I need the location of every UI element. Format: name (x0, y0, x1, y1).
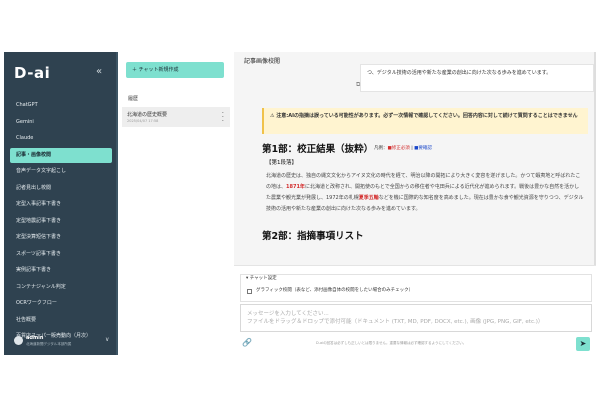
input-area: ▾ チャット設定 グラフィック校閲（表など、添付画像自体の校閲をしたい場合のみチ… (234, 265, 596, 355)
sidebar-item[interactable]: ChatGPT (10, 98, 112, 113)
sidebar-item[interactable]: 実例記事下書き (10, 263, 112, 278)
sidebar-item[interactable]: 記者見出し校閲 (10, 181, 112, 196)
legend-check: ■要確認 (414, 146, 432, 151)
sidebar-nav: ChatGPT Gemini Claude 記事・画像校閲 音声データ文字起こし 記者見出… (10, 98, 112, 346)
sidebar-item[interactable]: Gemini (10, 115, 112, 130)
chat-list-panel: ＋ チャット新規作成 履歴 北海道の歴史概要 2025/04/07 17:58 … (118, 52, 235, 355)
legend-required: ■修正必須 (387, 146, 410, 151)
copy-icon[interactable]: ⧉ (356, 81, 360, 89)
sidebar-item[interactable]: 音声データ文字起こし (10, 164, 112, 179)
send-button[interactable]: ➤ (576, 337, 590, 351)
message-input[interactable]: メッセージを入力してください... ファイルをドラッグ＆ドロップで添付可能（ドキ… (240, 304, 592, 332)
user-affiliation: 北海道新聞デジタル本部所属 (26, 342, 72, 346)
sidebar-item[interactable]: 定型決算短信下書き (10, 230, 112, 245)
avatar (14, 336, 23, 345)
history-item-date: 2025/04/07 17:58 (127, 119, 159, 123)
chat-settings-toggle[interactable]: ▾ チャット設定 (246, 275, 277, 281)
history-item[interactable]: 北海道の歴史概要 2025/04/07 17:58 · · · (122, 107, 230, 127)
chat-settings: ▾ チャット設定 グラフィック校閲（表など、添付画像自体の校閲をしたい場合のみチ… (240, 274, 592, 302)
sidebar-item[interactable]: Claude (10, 131, 112, 146)
graphic-proofread-checkbox[interactable] (247, 289, 252, 294)
new-chat-button[interactable]: ＋ チャット新規作成 (126, 62, 224, 78)
legend-prefix: 凡例： (374, 146, 388, 151)
sidebar-item[interactable]: 社告概要 (10, 313, 112, 328)
user-name: admin (26, 335, 44, 341)
placeholder-line1: メッセージを入力してください... (247, 311, 329, 317)
attach-icon[interactable]: 🔗 (242, 338, 252, 347)
correction-highlight: 夏季五輪 (358, 195, 379, 201)
sidebar-item[interactable]: スポーツ記事下書き (10, 247, 112, 262)
correction-highlight: 1871年 (286, 184, 305, 190)
page-title: 記事画像校閲 (244, 58, 281, 65)
chat-scrollbar[interactable] (594, 52, 596, 265)
user-menu[interactable]: admin 北海道新聞デジタル本部所属 ∨ (4, 330, 118, 355)
section-heading-results: 第1部：校正結果（抜粋） (262, 144, 374, 155)
sidebar-item[interactable]: 記事・画像校閲 (10, 147, 112, 163)
graphic-proofread-label: グラフィック校閲（表など、添付画像自体の校閲をしたい場合のみチェック） (256, 288, 414, 293)
main-panel: 記事画像校閲 つ、デジタル技術の活用や新たな産業の創出に向けた次なる歩みを進めて… (234, 52, 596, 355)
sidebar-item[interactable]: コンテナジャンル判定 (10, 280, 112, 295)
placeholder-line2: ファイルをドラッグ＆ドロップで添付可能（ドキュメント (TXT, MD, PDF… (247, 319, 544, 325)
sidebar-item[interactable]: OCRワークフロー (10, 296, 112, 311)
section-heading-issues: 第2部：指摘事項リスト (262, 231, 364, 242)
more-options-icon[interactable]: · · · (222, 110, 224, 125)
history-label: 履歴 (128, 96, 139, 102)
collapse-sidebar-icon[interactable]: « (96, 66, 102, 77)
app-window: D-ai « ChatGPT Gemini Claude 記事・画像校閲 音声データ文字… (4, 52, 596, 355)
sidebar: D-ai « ChatGPT Gemini Claude 記事・画像校閲 音声データ文字… (4, 52, 118, 355)
legend: 凡例：■修正必須 | ■要確認 (374, 145, 432, 151)
warning-banner: ⚠ 注意:AIの指摘は誤っている可能性があります。必ず一次情報で確認してください… (262, 108, 588, 134)
history-item-title: 北海道の歴史概要 (127, 112, 168, 118)
app-logo: D-ai (14, 64, 51, 82)
ai-message: つ、デジタル技術の活用や新たな産業の創出に向けた次なる歩みを進めています。 (360, 64, 594, 92)
proofread-paragraph: 北海道の歴史は、独自の縄文文化からアイヌ文化の時代を経て、明治以降の開拓により大… (266, 173, 584, 212)
sidebar-item[interactable]: 定型入事記事下書き (10, 197, 112, 212)
disclaimer-text: D-aiの回答は必ずしも正しいとは限りません。重要な情報は必ず確認するようにして… (316, 341, 467, 345)
chevron-down-icon[interactable]: ∨ (105, 336, 109, 343)
paragraph-heading: 【第1段落】 (266, 160, 297, 166)
sidebar-item[interactable]: 定型地震記事下書き (10, 214, 112, 229)
